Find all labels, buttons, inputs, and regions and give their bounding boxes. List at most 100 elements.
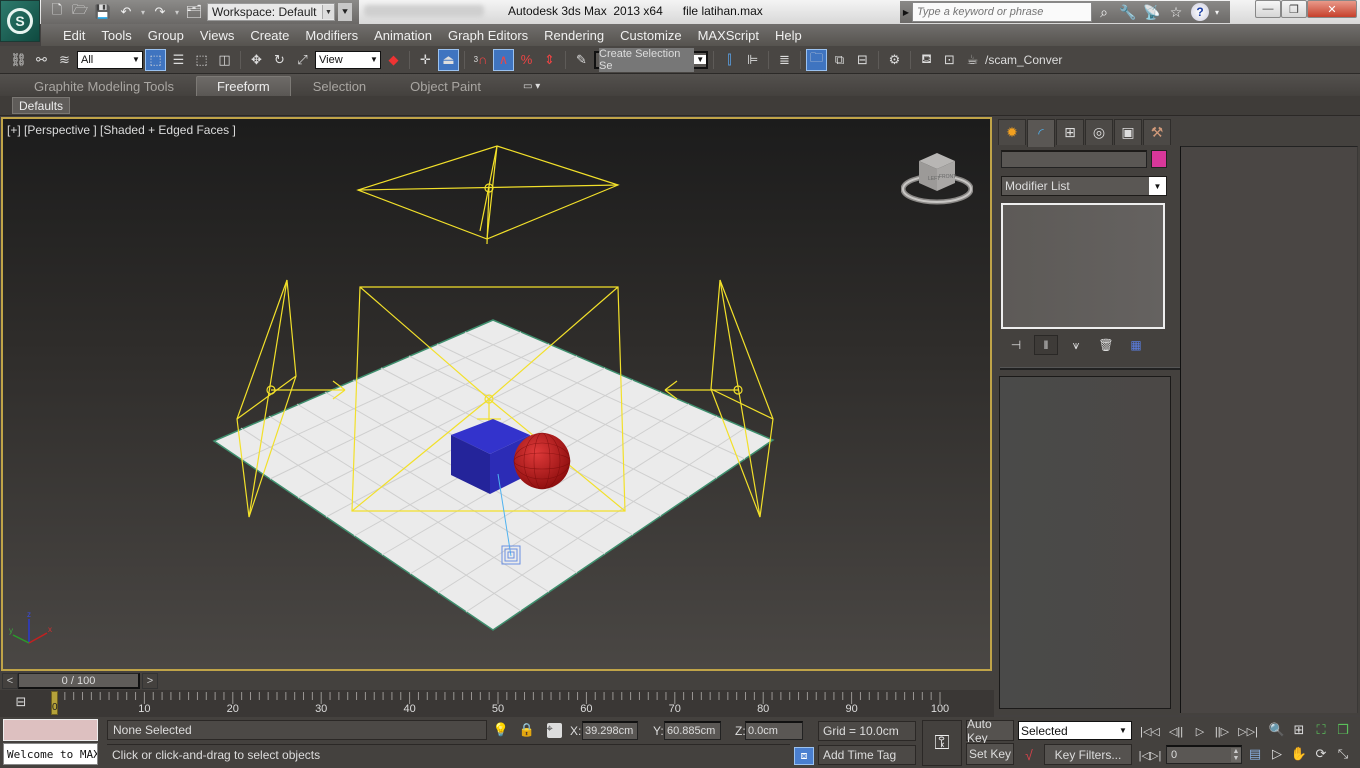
scene-explorer-icon[interactable]: 🗀 [806,48,827,71]
satellite-icon[interactable]: 📡 [1140,2,1164,22]
material-editor-icon[interactable]: ⚙ [884,49,905,71]
current-frame-marker[interactable]: 0 [51,691,58,715]
z-coordinate-field[interactable]: 0.0cm [745,721,803,740]
key-filters-button[interactable]: Key Filters... [1044,744,1132,765]
maxscript-listener-input[interactable]: Welcome to MAXScript. [3,743,98,765]
menu-edit[interactable]: Edit [55,28,93,43]
selection-lock-icon[interactable]: 🔒 [518,721,536,739]
modifier-stack[interactable] [1001,203,1165,329]
isolate-selection-icon[interactable]: 💡 [492,721,510,739]
new-file-icon[interactable]: 🗋 [47,2,67,21]
show-end-result-icon[interactable]: ‖ [1034,335,1058,355]
pan-icon[interactable]: ✋ [1288,744,1310,764]
align-icon[interactable]: ⊫ [742,49,763,71]
zoom-icon[interactable]: 🔍 [1266,720,1288,740]
maxscript-listener-output[interactable] [3,719,98,741]
select-and-rotate-icon[interactable]: ↻ [269,49,290,71]
expand-search-icon[interactable]: ▶ [900,8,912,17]
zoom-extents-icon[interactable]: ⛶ [1310,720,1332,740]
select-and-link-icon[interactable]: ⛓ [8,49,29,71]
set-key-button[interactable]: Set Key [966,743,1014,765]
object-color-swatch[interactable] [1151,150,1167,168]
menu-create[interactable]: Create [242,28,297,43]
select-and-scale-icon[interactable]: ⤢ [292,49,313,71]
perspective-viewport[interactable]: [+] [Perspective ] [Shaded + Edged Faces… [1,117,992,671]
previous-key-icon[interactable]: ◁|| [1164,721,1188,741]
bind-to-space-warp-icon[interactable]: ≋ [54,49,75,71]
select-manipulate-icon[interactable]: ✛ [415,49,436,71]
rendered-frame-window-icon[interactable]: ⊡ [939,49,960,71]
window-crossing-icon[interactable]: ◫ [214,49,235,71]
undo-dropdown-icon[interactable]: ▾ [139,3,147,21]
layer-manager-icon[interactable]: ≣ [774,49,795,71]
render-setup-icon[interactable]: ⛾ [916,49,937,71]
menu-graph-editors[interactable]: Graph Editors [440,28,536,43]
select-by-name-icon[interactable]: ☰ [168,49,189,71]
undo-icon[interactable]: ↶ [116,3,136,21]
unlink-icon[interactable]: ⚯ [31,49,52,71]
auto-key-button[interactable]: Auto Key [966,717,1014,745]
modify-tab-icon[interactable]: ◜ [1027,119,1055,147]
hierarchy-tab-icon[interactable]: ⊞ [1056,119,1084,145]
scene-canvas[interactable] [3,119,991,671]
menu-group[interactable]: Group [140,28,192,43]
snaps-toggle-icon[interactable]: 3 ∩ [470,49,491,71]
redo-icon[interactable]: ↷ [150,3,170,21]
current-frame-field[interactable]: 0 ▲ ▼ [1166,745,1242,764]
create-tab-icon[interactable]: ✹ [998,119,1026,145]
zoom-extents-all-icon[interactable]: ❒ [1332,720,1354,740]
tab-selection[interactable]: Selection [291,76,388,96]
menu-maxscript[interactable]: MAXScript [690,28,767,43]
redo-dropdown-icon[interactable]: ▾ [173,3,181,21]
rectangular-selection-icon[interactable]: ⬚ [191,49,212,71]
default-tangents-icon[interactable]: √ [1018,745,1040,765]
motion-tab-icon[interactable]: ◎ [1085,119,1113,145]
reference-coordinate-dropdown[interactable]: View ▼ [315,50,381,69]
utilities-tab-icon[interactable]: ⚒ [1143,119,1171,145]
adaptive-degradation-icon[interactable]: ⧈ [794,747,814,765]
orbit-icon[interactable]: ⟳ [1310,744,1332,764]
y-coordinate-field[interactable]: 60.885cm [664,721,721,740]
named-selection-dropdown[interactable]: Create Selection Se ▼ [594,47,708,72]
field-of-view-icon[interactable]: ▷ [1266,744,1288,764]
render-preset-label[interactable]: /scam_Conver [985,53,1062,67]
key-mode-dropdown[interactable]: Selected ▼ [1018,721,1132,740]
x-coordinate-field[interactable]: 39.298cm [582,721,638,740]
menu-tools[interactable]: Tools [93,28,139,43]
play-icon[interactable]: ▷ [1188,721,1212,741]
spinner-snap-icon[interactable]: ⇕ [539,49,560,71]
tab-graphite-modeling-tools[interactable]: Graphite Modeling Tools [12,76,196,96]
ribbon-options-icon[interactable]: ▭ ▾ [503,76,540,96]
restore-button[interactable]: ❐ [1281,0,1307,18]
edit-named-selection-icon[interactable]: ✎ [571,49,592,71]
mirror-icon[interactable]: ⫿ [719,49,740,71]
menu-customize[interactable]: Customize [612,28,689,43]
make-unique-icon[interactable]: ⩛ [1064,335,1088,355]
render-production-icon[interactable]: ☕ [962,49,983,71]
zoom-all-icon[interactable]: ⊞ [1288,720,1310,740]
angle-snap-icon[interactable]: ∧ [493,48,514,71]
viewport-label[interactable]: [+] [Perspective ] [Shaded + Edged Faces… [7,123,236,137]
pivot-center-icon[interactable]: ◆ [383,49,404,71]
display-tab-icon[interactable]: ▣ [1114,119,1142,145]
remove-modifier-icon[interactable]: 🗑 [1094,335,1118,355]
key-icon[interactable]: 🔧 [1116,2,1140,22]
star-icon[interactable]: ☆ [1164,2,1188,22]
percent-snap-icon[interactable]: % [516,49,537,71]
time-slider-thumb[interactable]: 0 / 100 [18,673,140,689]
pin-stack-icon[interactable]: ⊣ [1004,335,1028,355]
help-dropdown-icon[interactable]: ▾ [1212,2,1222,22]
tab-freeform[interactable]: Freeform [195,76,291,96]
next-key-icon[interactable]: ||▷ [1210,721,1234,741]
red-sphere[interactable] [513,432,571,490]
key-mode-toggle-icon[interactable]: |◁▷| [1138,745,1162,765]
object-name-field[interactable] [1001,150,1147,168]
select-object-icon[interactable]: ⬚ [145,48,166,71]
customize-qat-icon[interactable]: ⯆ [338,3,352,21]
menu-rendering[interactable]: Rendering [536,28,612,43]
top-light-gizmo[interactable] [356,145,620,245]
mini-curve-editor-icon[interactable]: ⊟ [10,692,32,712]
add-time-tag-button[interactable]: Add Time Tag [818,745,916,765]
minimize-button[interactable]: — [1255,0,1281,18]
go-to-start-icon[interactable]: |◁◁ [1138,721,1162,741]
